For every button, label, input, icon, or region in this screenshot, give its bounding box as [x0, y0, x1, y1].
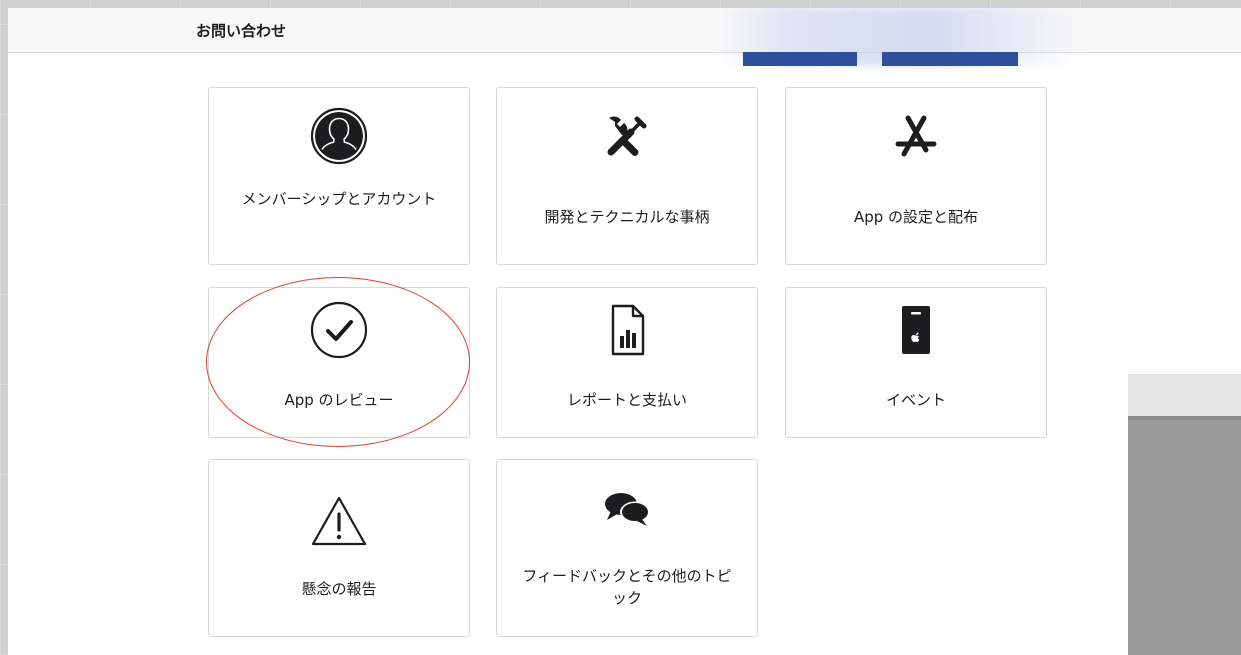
event-badge-icon — [886, 300, 946, 360]
tile-label: フィードバックとその他のトピック — [522, 567, 732, 607]
tile-label: レポートと支払い — [566, 391, 687, 409]
tile-label: App のレビュー — [284, 391, 394, 409]
tile-app-settings-distribution[interactable]: App の設定と配布 — [785, 87, 1047, 265]
tile-label: メンバーシップとアカウント — [241, 190, 437, 208]
tile-events[interactable]: イベント — [785, 287, 1047, 438]
checkmark-circle-icon — [309, 300, 369, 360]
tile-label: App の設定と配布 — [853, 208, 979, 226]
warning-triangle-icon — [309, 492, 369, 552]
tile-label: 開発とテクニカルな事柄 — [544, 208, 710, 226]
person-silhouette-icon — [309, 106, 369, 166]
tile-reports-payments[interactable]: レポートと支払い — [496, 287, 758, 438]
report-chart-icon — [597, 300, 657, 360]
app-store-icon — [886, 106, 946, 166]
page-title: お問い合わせ — [196, 22, 287, 40]
tile-membership-account[interactable]: メンバーシップとアカウント — [208, 87, 470, 265]
tile-app-review[interactable]: App のレビュー — [208, 287, 470, 438]
side-panel-header — [1128, 374, 1241, 420]
tile-report-concern[interactable]: 懸念の報告 — [208, 459, 470, 637]
tile-label: イベント — [885, 391, 946, 409]
hero-image-fragment-left — [743, 52, 857, 66]
speech-bubbles-icon — [597, 478, 657, 538]
tile-feedback-other[interactable]: フィードバックとその他のトピック — [496, 459, 758, 637]
contact-page: お問い合わせ メンバーシップとアカウント 開発とテクニカルな事柄 App の設定… — [8, 8, 1241, 655]
tile-label: 懸念の報告 — [301, 580, 377, 598]
hero-image-fragment-right — [882, 52, 1018, 66]
overlay-side-panel — [1128, 374, 1241, 655]
wrench-screwdriver-icon — [597, 106, 657, 166]
tile-development-technical[interactable]: 開発とテクニカルな事柄 — [496, 87, 758, 265]
